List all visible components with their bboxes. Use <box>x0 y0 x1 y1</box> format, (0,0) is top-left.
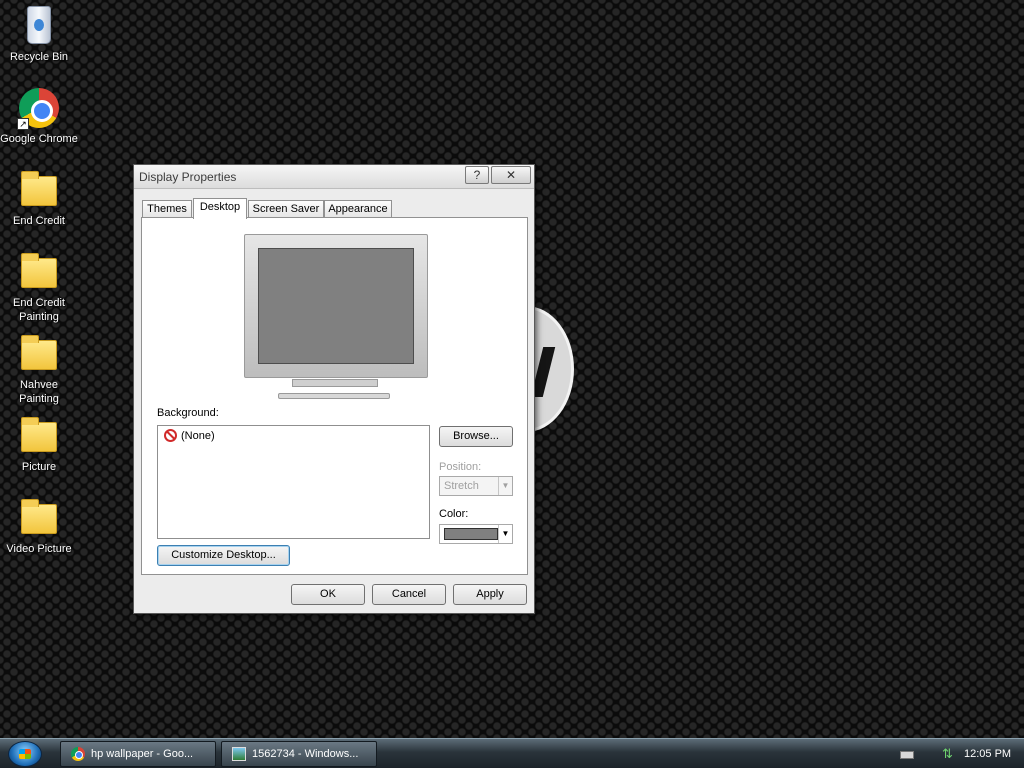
keyboard-icon[interactable] <box>900 751 914 759</box>
desktop-icon-label: Picture <box>21 461 57 473</box>
taskbar-item-picture-viewer[interactable]: 1562734 - Windows... <box>221 741 377 767</box>
ok-button[interactable]: OK <box>291 584 365 605</box>
background-label: Background: <box>157 407 219 419</box>
monitor-preview-screen <box>258 248 414 364</box>
close-button[interactable]: ✕ <box>491 166 531 184</box>
color-swatch <box>444 528 498 540</box>
tab-appearance[interactable]: Appearance <box>324 200 392 218</box>
position-label: Position: <box>439 461 482 473</box>
desktop-icon-label: Google Chrome <box>0 133 78 145</box>
chevron-down-icon: ▼ <box>498 525 512 543</box>
desktop-icon-end-credit[interactable]: End Credit <box>0 168 78 228</box>
apply-button[interactable]: Apply <box>453 584 527 605</box>
background-listbox[interactable]: (None) <box>157 425 430 539</box>
chevron-down-icon: ▼ <box>498 477 512 495</box>
display-properties-dialog: Display Properties ? ✕ Themes Desktop Sc… <box>133 164 535 614</box>
desktop-icon-label: Recycle Bin <box>9 51 69 63</box>
taskbar-item-label: 1562734 - Windows... <box>252 748 359 760</box>
desktop-icon-google-chrome[interactable]: ↗ Google Chrome <box>0 86 78 146</box>
folder-icon <box>17 496 61 540</box>
taskbar-item-chrome[interactable]: hp wallpaper - Goo... <box>60 741 216 767</box>
folder-icon <box>17 250 61 294</box>
position-select[interactable]: Stretch ▼ <box>439 476 513 496</box>
chrome-icon <box>71 747 85 761</box>
cancel-button[interactable]: Cancel <box>372 584 446 605</box>
chrome-icon: ↗ <box>17 86 61 130</box>
dialog-titlebar[interactable]: Display Properties ? ✕ <box>134 165 534 189</box>
monitor-stand <box>292 379 378 387</box>
recycle-bin-icon <box>17 4 61 48</box>
desktop-icon-video-picture[interactable]: Video Picture <box>0 496 78 556</box>
network-icon[interactable]: ⇅ <box>942 747 956 761</box>
folder-icon <box>17 414 61 458</box>
help-button[interactable]: ? <box>465 166 489 184</box>
monitor-base <box>278 393 390 399</box>
desktop-icon-end-credit-painting[interactable]: End Credit Painting <box>0 250 78 324</box>
desktop-icon-label: Video Picture <box>6 543 72 555</box>
desktop-icon-label: End Credit <box>13 215 65 227</box>
desktop-icon-label: Nahvee Painting <box>19 379 59 405</box>
clock[interactable]: 12:05 PM <box>964 741 1011 767</box>
tab-screen-saver[interactable]: Screen Saver <box>248 200 324 218</box>
start-button[interactable] <box>8 741 42 767</box>
taskbar-item-label: hp wallpaper - Goo... <box>91 748 194 760</box>
tab-themes[interactable]: Themes <box>142 200 192 218</box>
browse-button[interactable]: Browse... <box>439 426 513 447</box>
list-item[interactable]: (None) <box>164 429 215 442</box>
shortcut-arrow-icon: ↗ <box>17 118 29 130</box>
list-item-label: (None) <box>181 429 215 442</box>
desktop-tab-panel: Background: (None) Browse... Position: S… <box>141 217 528 575</box>
dialog-title: Display Properties <box>139 170 237 184</box>
color-picker[interactable]: ▼ <box>439 524 513 544</box>
desktop-icon-picture[interactable]: Picture <box>0 414 78 474</box>
desktop-icon-recycle-bin[interactable]: Recycle Bin <box>0 4 78 64</box>
customize-desktop-button[interactable]: Customize Desktop... <box>157 545 290 566</box>
none-icon <box>164 429 177 442</box>
folder-icon <box>17 168 61 212</box>
monitor-preview <box>244 234 428 378</box>
tab-desktop[interactable]: Desktop <box>193 198 247 219</box>
system-tray: ⇅ 12:05 PM <box>880 741 1024 767</box>
picture-viewer-icon <box>232 747 246 761</box>
desktop-icon-label: End Credit Painting <box>13 297 65 323</box>
color-label: Color: <box>439 508 469 520</box>
position-select-value: Stretch <box>444 480 479 492</box>
taskbar: hp wallpaper - Goo... 1562734 - Windows.… <box>0 738 1024 768</box>
desktop-icon-nahvee-painting[interactable]: Nahvee Painting <box>0 332 78 406</box>
folder-icon <box>17 332 61 376</box>
